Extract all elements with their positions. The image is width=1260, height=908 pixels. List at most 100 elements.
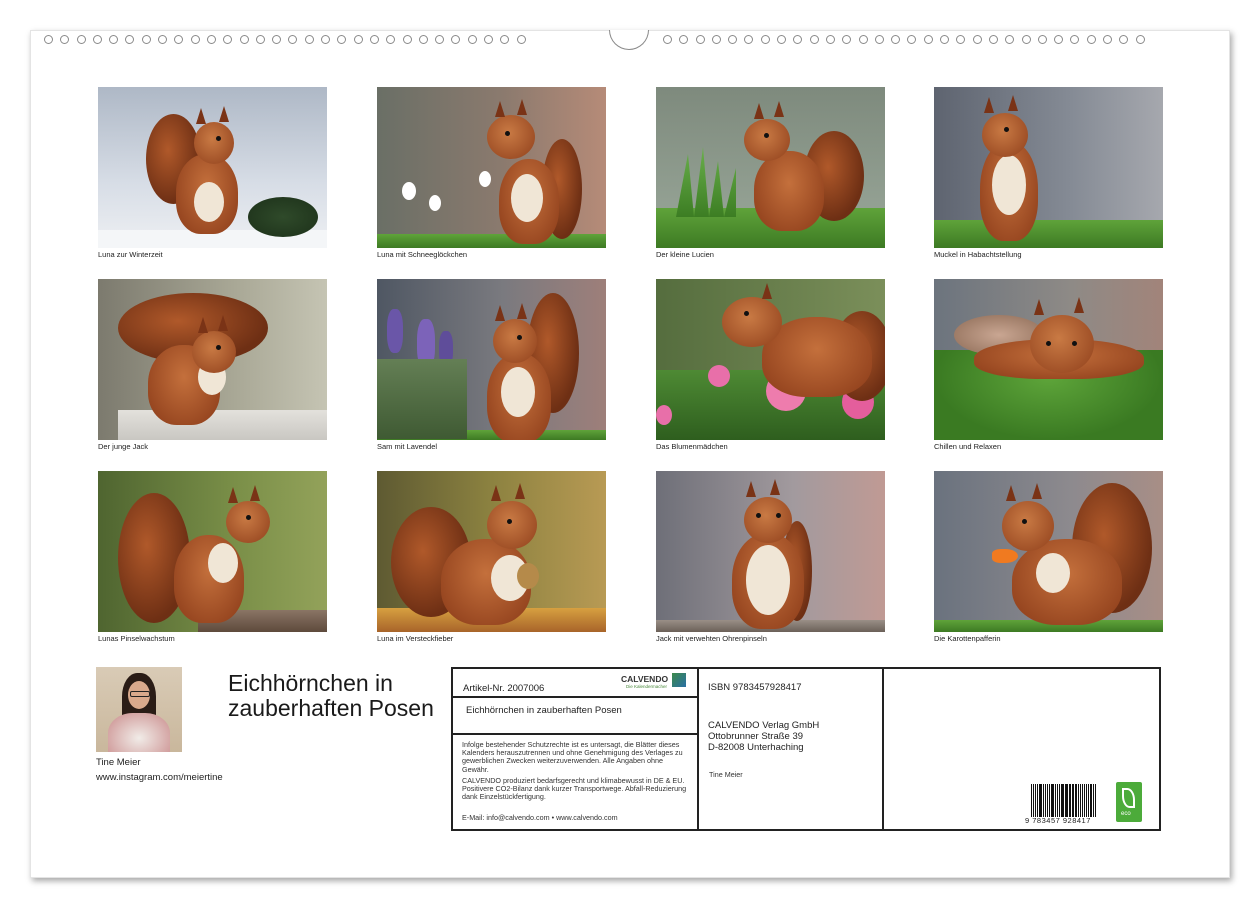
photo-caption: Das Blumenmädchen (656, 442, 728, 451)
binding-ring (158, 35, 168, 44)
calendar-subtitle: Eichhörnchen in zauberhaften Posen (466, 705, 622, 716)
binding-ring (988, 35, 998, 44)
binding-ring (484, 35, 494, 44)
barcode-bar (1081, 784, 1083, 817)
binding-ring (858, 35, 868, 44)
photo-caption: Sam mit Lavendel (377, 442, 438, 451)
binding-ring (809, 35, 819, 44)
binding-ring (972, 35, 982, 44)
squirrel-photo-11 (656, 471, 885, 632)
photo-caption: Lunas Pinselwachstum (98, 634, 175, 643)
binding-ring (760, 35, 770, 44)
barcode-bar (1048, 784, 1050, 817)
binding-ring (923, 35, 933, 44)
photo-tile-7: Das Blumenmädchen (656, 279, 885, 451)
binding-ring (1005, 35, 1015, 44)
barcode-bar (1071, 784, 1074, 817)
photo-caption: Der kleine Lucien (656, 250, 714, 259)
legal-notice: Infolge bestehender Schutzrechte ist es … (462, 740, 683, 774)
photo-tile-1: Luna zur Winterzeit (98, 87, 327, 259)
binding-ring (304, 35, 314, 44)
binding-rings-left (44, 35, 526, 47)
binding-ring (190, 35, 200, 44)
binding-ring (60, 35, 70, 44)
binding-ring (842, 35, 852, 44)
binding-ring (1070, 35, 1080, 44)
author-instagram: www.instagram.com/meiertine (96, 772, 223, 783)
barcode-bar (1060, 784, 1062, 817)
barcode-bar (1040, 784, 1043, 817)
photo-caption: Luna im Versteckfieber (377, 634, 454, 643)
barcode-bar (1093, 784, 1095, 817)
barcode-bar (1091, 784, 1093, 817)
squirrel-photo-12 (934, 471, 1163, 632)
binding-ring (825, 35, 835, 44)
photo-tile-9: Lunas Pinselwachstum (98, 471, 327, 643)
author-photo (96, 667, 182, 752)
photo-tile-3: Der kleine Lucien (656, 87, 885, 259)
binding-ring (272, 35, 282, 44)
barcode-bar (1038, 784, 1040, 817)
binding-ring (44, 35, 53, 44)
barcode-bar (1080, 784, 1081, 817)
binding-ring (92, 35, 102, 44)
barcode-number: 9 783457 928417 (1025, 816, 1091, 825)
barcode-bar (1062, 784, 1064, 817)
calendar-title: Eichhörnchen in zauberhaften Posen (228, 670, 434, 721)
publisher-info-box: Artikel-Nr. 2007006 CALVENDO Die Kalende… (451, 667, 1161, 831)
eco-label: eco (1121, 811, 1131, 817)
photo-tile-6: Sam mit Lavendel (377, 279, 606, 451)
binding-ring (451, 35, 461, 44)
barcode-bar (1057, 784, 1059, 817)
author-small: Tine Meier (709, 770, 743, 779)
photo-tile-10: Luna im Versteckfieber (377, 471, 606, 643)
contact-info: E-Mail: info@calvendo.com • www.calvendo… (462, 813, 618, 822)
binding-ring (1037, 35, 1047, 44)
photo-caption: Luna zur Winterzeit (98, 250, 163, 259)
calvendo-logo-icon (672, 673, 686, 687)
binding-ring (288, 35, 298, 44)
binding-rings-right (663, 35, 1145, 47)
photo-tile-2: Luna mit Schneeglöckchen (377, 87, 606, 259)
squirrel-photo-7 (656, 279, 885, 440)
barcode-bar (1087, 784, 1089, 817)
squirrel-photo-6 (377, 279, 606, 440)
binding-ring (1021, 35, 1031, 44)
barcode-bar (1089, 784, 1091, 817)
binding-ring (679, 35, 689, 44)
barcode-bar (1085, 784, 1087, 817)
barcode-bar (1064, 784, 1066, 817)
binding-ring (418, 35, 428, 44)
barcode-bar (1074, 784, 1076, 817)
binding-ring (891, 35, 901, 44)
barcode-bar (1070, 784, 1071, 817)
binding-ring (500, 35, 510, 44)
binding-ring (125, 35, 135, 44)
barcode-bar (1052, 784, 1054, 817)
binding-ring (239, 35, 249, 44)
barcode-bar (1059, 784, 1060, 817)
photo-caption: Luna mit Schneeglöckchen (377, 250, 468, 259)
binding-ring (777, 35, 787, 44)
barcode (1031, 781, 1097, 817)
publisher-city: D-82008 Unterhaching (708, 742, 804, 753)
binding-ring (435, 35, 445, 44)
binding-ring (711, 35, 721, 44)
barcode-bar (1033, 784, 1034, 817)
barcode-bar (1076, 784, 1078, 817)
binding-ring (1103, 35, 1113, 44)
binding-ring (516, 35, 526, 44)
photo-caption: Jack mit verwehten Ohrenpinseln (656, 634, 767, 643)
barcode-bar (1036, 784, 1038, 817)
squirrel-photo-5 (98, 279, 327, 440)
squirrel-photo-10 (377, 471, 606, 632)
barcode-bar (1083, 784, 1085, 817)
barcode-bar (1045, 784, 1046, 817)
leaf-icon (1122, 788, 1135, 808)
binding-ring (206, 35, 216, 44)
photo-tile-5: Der junge Jack (98, 279, 327, 451)
binding-ring (467, 35, 477, 44)
photo-caption: Die Karottenpafferin (934, 634, 1001, 643)
binding-ring (321, 35, 331, 44)
binding-ring (402, 35, 412, 44)
